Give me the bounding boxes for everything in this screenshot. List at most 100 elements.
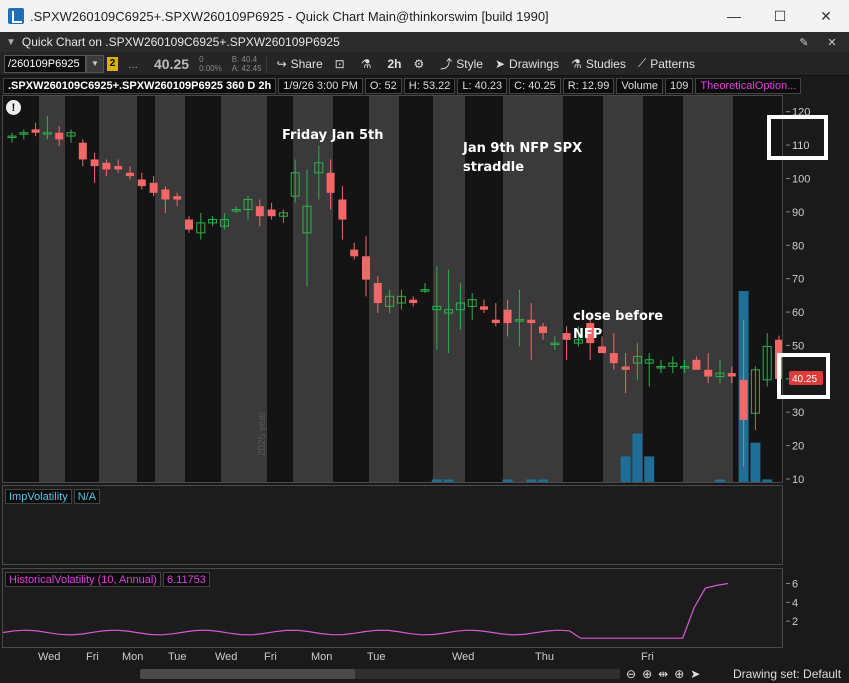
iv-study-value: N/A bbox=[73, 489, 101, 504]
day-label: Fri bbox=[641, 651, 654, 663]
quick-chart-title: Quick Chart on .SPXW260109C6925+.SPXW260… bbox=[21, 35, 340, 49]
flask-button[interactable]: ⚗ bbox=[355, 53, 382, 75]
hv-label-row: HistoricalVolatility (10, Annual) 6.1175… bbox=[5, 572, 212, 587]
candle-body bbox=[78, 142, 87, 160]
zoom-tools: ⊖ ⊕ ⇹ ⊕ ➤ bbox=[626, 667, 706, 681]
style-label: Style bbox=[456, 56, 483, 71]
bar-datetime: 1/9/26 3:00 PM bbox=[278, 78, 363, 94]
chart-toolbar: /260109P6925 ▼ 2 ... 40.25 0 0.00% B: 40… bbox=[0, 52, 849, 76]
theoretical-option-label[interactable]: TheoreticalOption... bbox=[695, 78, 802, 94]
hv-study-name[interactable]: HistoricalVolatility (10, Annual) bbox=[5, 572, 161, 587]
candle-body bbox=[173, 196, 182, 200]
year-watermark: 2025 year bbox=[257, 411, 268, 456]
candle-body bbox=[527, 319, 536, 324]
crosshair-icon[interactable]: ⊕ bbox=[674, 667, 684, 681]
cursor-mode-icon[interactable]: ➤ bbox=[690, 667, 700, 681]
volume-bar bbox=[502, 479, 513, 482]
drawing-set-label[interactable]: Drawing set: Default bbox=[733, 667, 841, 681]
window-title-bar: .SPXW260109C6925+.SPXW260109P6925 - Quic… bbox=[0, 0, 849, 32]
session-band bbox=[603, 96, 643, 482]
time-axis-bar: Wed Fri Mon Tue Wed Fri Mon Tue Wed Thu Fri ⊖ ⊕ ⇹ … bbox=[0, 650, 849, 683]
volume-bar bbox=[431, 479, 442, 482]
implied-volatility-panel[interactable]: ImpVolatility N/A bbox=[2, 485, 783, 565]
studies-label: Studies bbox=[585, 56, 626, 71]
price-chart-panel[interactable]: 2025 year bbox=[2, 95, 783, 483]
alert-button[interactable]: ⊡ bbox=[329, 53, 355, 75]
day-label: Fri bbox=[264, 651, 277, 663]
scrollbar-thumb[interactable] bbox=[140, 669, 355, 679]
pan-arrows-icon[interactable]: ⇹ bbox=[658, 667, 668, 681]
change-block: 0 0.00% bbox=[199, 55, 222, 73]
candle-body bbox=[704, 369, 713, 377]
hv-axis: 6 4 2 bbox=[786, 568, 848, 648]
price-tick-label: 100 bbox=[792, 173, 810, 185]
price-tick-label: 90 bbox=[792, 207, 804, 219]
alert-icon: ⊡ bbox=[334, 56, 345, 71]
volume-bar bbox=[526, 479, 537, 482]
candle-body bbox=[409, 299, 418, 304]
candle-body bbox=[326, 172, 335, 193]
candle-body bbox=[126, 172, 134, 177]
session-band bbox=[99, 96, 137, 482]
zoom-in-icon[interactable]: ⊕ bbox=[642, 667, 652, 681]
candle-body bbox=[31, 129, 40, 133]
candle-body bbox=[55, 132, 64, 140]
day-label: Mon bbox=[311, 651, 333, 663]
iv-study-name[interactable]: ImpVolatility bbox=[5, 489, 72, 504]
candle-body bbox=[102, 162, 111, 170]
patterns-button[interactable]: ⟋ Patterns bbox=[632, 53, 701, 75]
link-group-badge[interactable]: 2 bbox=[107, 56, 118, 71]
flask-studies-icon: ⚗ bbox=[571, 56, 582, 71]
day-label: Thu bbox=[535, 651, 554, 663]
price-tick-label: 30 bbox=[792, 407, 804, 419]
bar-low: L: 40.23 bbox=[457, 78, 508, 94]
zoom-out-icon[interactable]: ⊖ bbox=[626, 667, 636, 681]
session-band bbox=[267, 96, 293, 482]
day-label: Wed bbox=[452, 651, 475, 663]
candle-body bbox=[255, 206, 264, 217]
more-options[interactable]: ... bbox=[128, 57, 138, 71]
candle-body bbox=[503, 309, 512, 324]
volume-bar bbox=[632, 433, 643, 482]
style-button[interactable]: ⤴ Style bbox=[434, 53, 489, 75]
symbol-input[interactable]: /260109P6925 bbox=[4, 54, 86, 73]
highlight-box-110 bbox=[767, 115, 828, 160]
volume-bar bbox=[715, 479, 725, 482]
alert-exclamation-icon[interactable]: ! bbox=[6, 100, 21, 115]
candle-body bbox=[362, 256, 370, 280]
bid-ask-block: B: 40.4 A: 42.45 bbox=[232, 55, 262, 73]
session-band bbox=[293, 96, 333, 482]
quick-chart-header: ▼ Quick Chart on .SPXW260109C6925+.SPXW2… bbox=[0, 32, 849, 52]
chart-info-row: .SPXW260109C6925+.SPXW260109P6925 360 D … bbox=[3, 77, 803, 95]
candle-body bbox=[114, 166, 123, 170]
pin-icon[interactable]: ✎ bbox=[793, 33, 815, 51]
candle-body bbox=[137, 179, 146, 187]
gear-icon: ⚙ bbox=[413, 56, 425, 71]
hv-line bbox=[3, 582, 729, 639]
candle-body bbox=[350, 249, 359, 257]
candle-body bbox=[539, 326, 547, 334]
share-button[interactable]: ↪ Share bbox=[271, 53, 329, 75]
collapse-chevron-icon[interactable]: ▼ bbox=[6, 37, 16, 48]
day-label: Wed bbox=[38, 651, 61, 663]
timeframe-button[interactable]: 2h bbox=[381, 53, 407, 75]
drawings-button[interactable]: ➤ Drawings bbox=[489, 53, 565, 75]
panel-close-icon[interactable]: ✕ bbox=[821, 33, 843, 51]
maximize-button[interactable]: ☐ bbox=[757, 0, 803, 32]
studies-button[interactable]: ⚗ Studies bbox=[565, 53, 632, 75]
candle-body bbox=[692, 359, 701, 370]
style-icon: ⤴ bbox=[440, 57, 453, 71]
close-button[interactable]: ✕ bbox=[803, 0, 849, 32]
candle-body bbox=[90, 159, 99, 167]
minimize-button[interactable]: — bbox=[711, 0, 757, 32]
settings-button[interactable]: ⚙ bbox=[408, 53, 435, 75]
historical-volatility-panel[interactable]: HistoricalVolatility (10, Annual) 6.1175… bbox=[2, 568, 783, 648]
candle-body bbox=[621, 366, 630, 370]
candle-body bbox=[562, 333, 571, 340]
price-tick-label: 20 bbox=[792, 441, 804, 453]
hv-tick-label: 6 bbox=[792, 578, 798, 590]
time-scrollbar[interactable] bbox=[140, 669, 620, 679]
day-label: Wed bbox=[215, 651, 238, 663]
symbol-dropdown-icon[interactable]: ▼ bbox=[86, 54, 104, 73]
day-label: Fri bbox=[86, 651, 99, 663]
